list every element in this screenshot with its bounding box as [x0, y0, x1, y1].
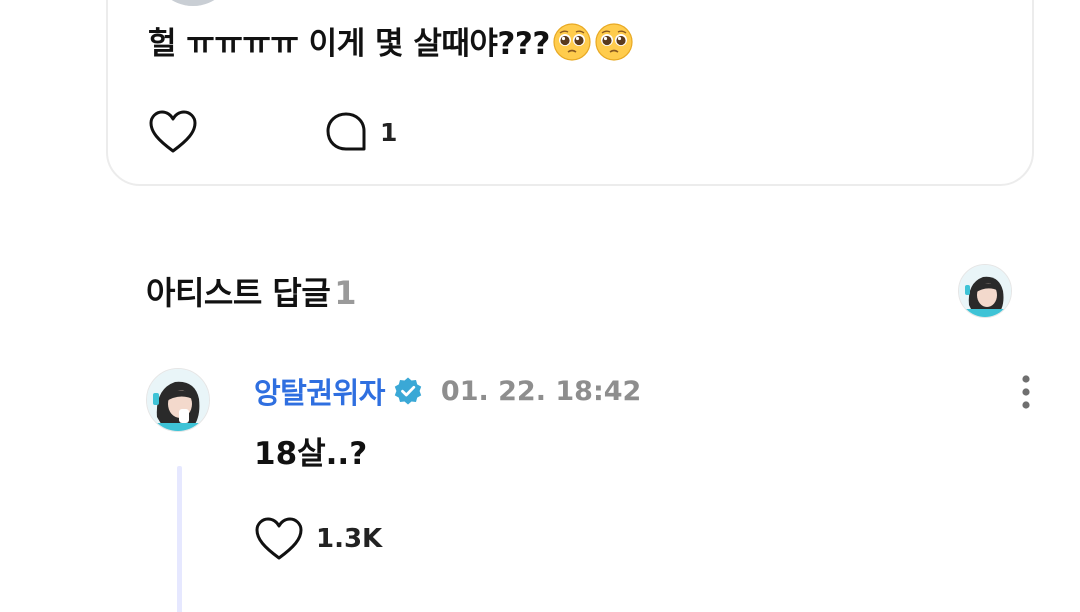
- artist-name[interactable]: 앙탈권위자: [254, 370, 385, 412]
- heart-icon: [255, 517, 303, 560]
- speech-bubble-icon: [326, 112, 366, 151]
- artist-reply-header: 앙탈권위자 01. 22. 18:42: [254, 370, 641, 412]
- reply-count: 1: [380, 117, 398, 147]
- heart-icon: [149, 110, 197, 153]
- like-button[interactable]: [148, 109, 198, 155]
- like-count: 1.3K: [316, 524, 383, 554]
- artist-reply-text: 18살..?: [254, 436, 368, 472]
- comment-thread-page: 헐 ㅠㅠㅠㅠ 이게 몇 살때야??? 1 아티스트 답글 1 앙탈권위자 01.…: [0, 0, 1080, 612]
- artist-photo-icon: [959, 265, 1011, 317]
- section-title: 아티스트 답글: [146, 274, 331, 312]
- artist-reply-like-button[interactable]: 1.3K: [254, 516, 382, 562]
- artist-reply-actions: 1.3K: [254, 516, 382, 562]
- fan-comment-actions: 1: [148, 108, 397, 156]
- artist-replies-heading: 아티스트 답글 1: [146, 268, 357, 314]
- artist-photo-icon: [147, 369, 209, 431]
- section-count: 1: [334, 274, 357, 312]
- artist-avatar[interactable]: [146, 368, 210, 432]
- more-options-button[interactable]: [1013, 374, 1039, 410]
- pleading-face-icon: [595, 23, 633, 61]
- reply-button[interactable]: 1: [324, 111, 397, 153]
- thread-line: [177, 466, 182, 612]
- artist-avatar-small[interactable]: [958, 264, 1012, 318]
- fan-comment-text: 헐 ㅠㅠㅠㅠ 이게 몇 살때야???: [148, 18, 634, 63]
- fan-comment-body: 헐 ㅠㅠㅠㅠ 이게 몇 살때야???: [148, 26, 550, 62]
- reply-timestamp: 01. 22. 18:42: [440, 375, 642, 407]
- fan-avatar[interactable]: [152, 0, 234, 6]
- pleading-face-icon: [553, 23, 591, 61]
- verified-badge-icon: [393, 376, 423, 406]
- kebab-menu-icon: [1022, 375, 1030, 409]
